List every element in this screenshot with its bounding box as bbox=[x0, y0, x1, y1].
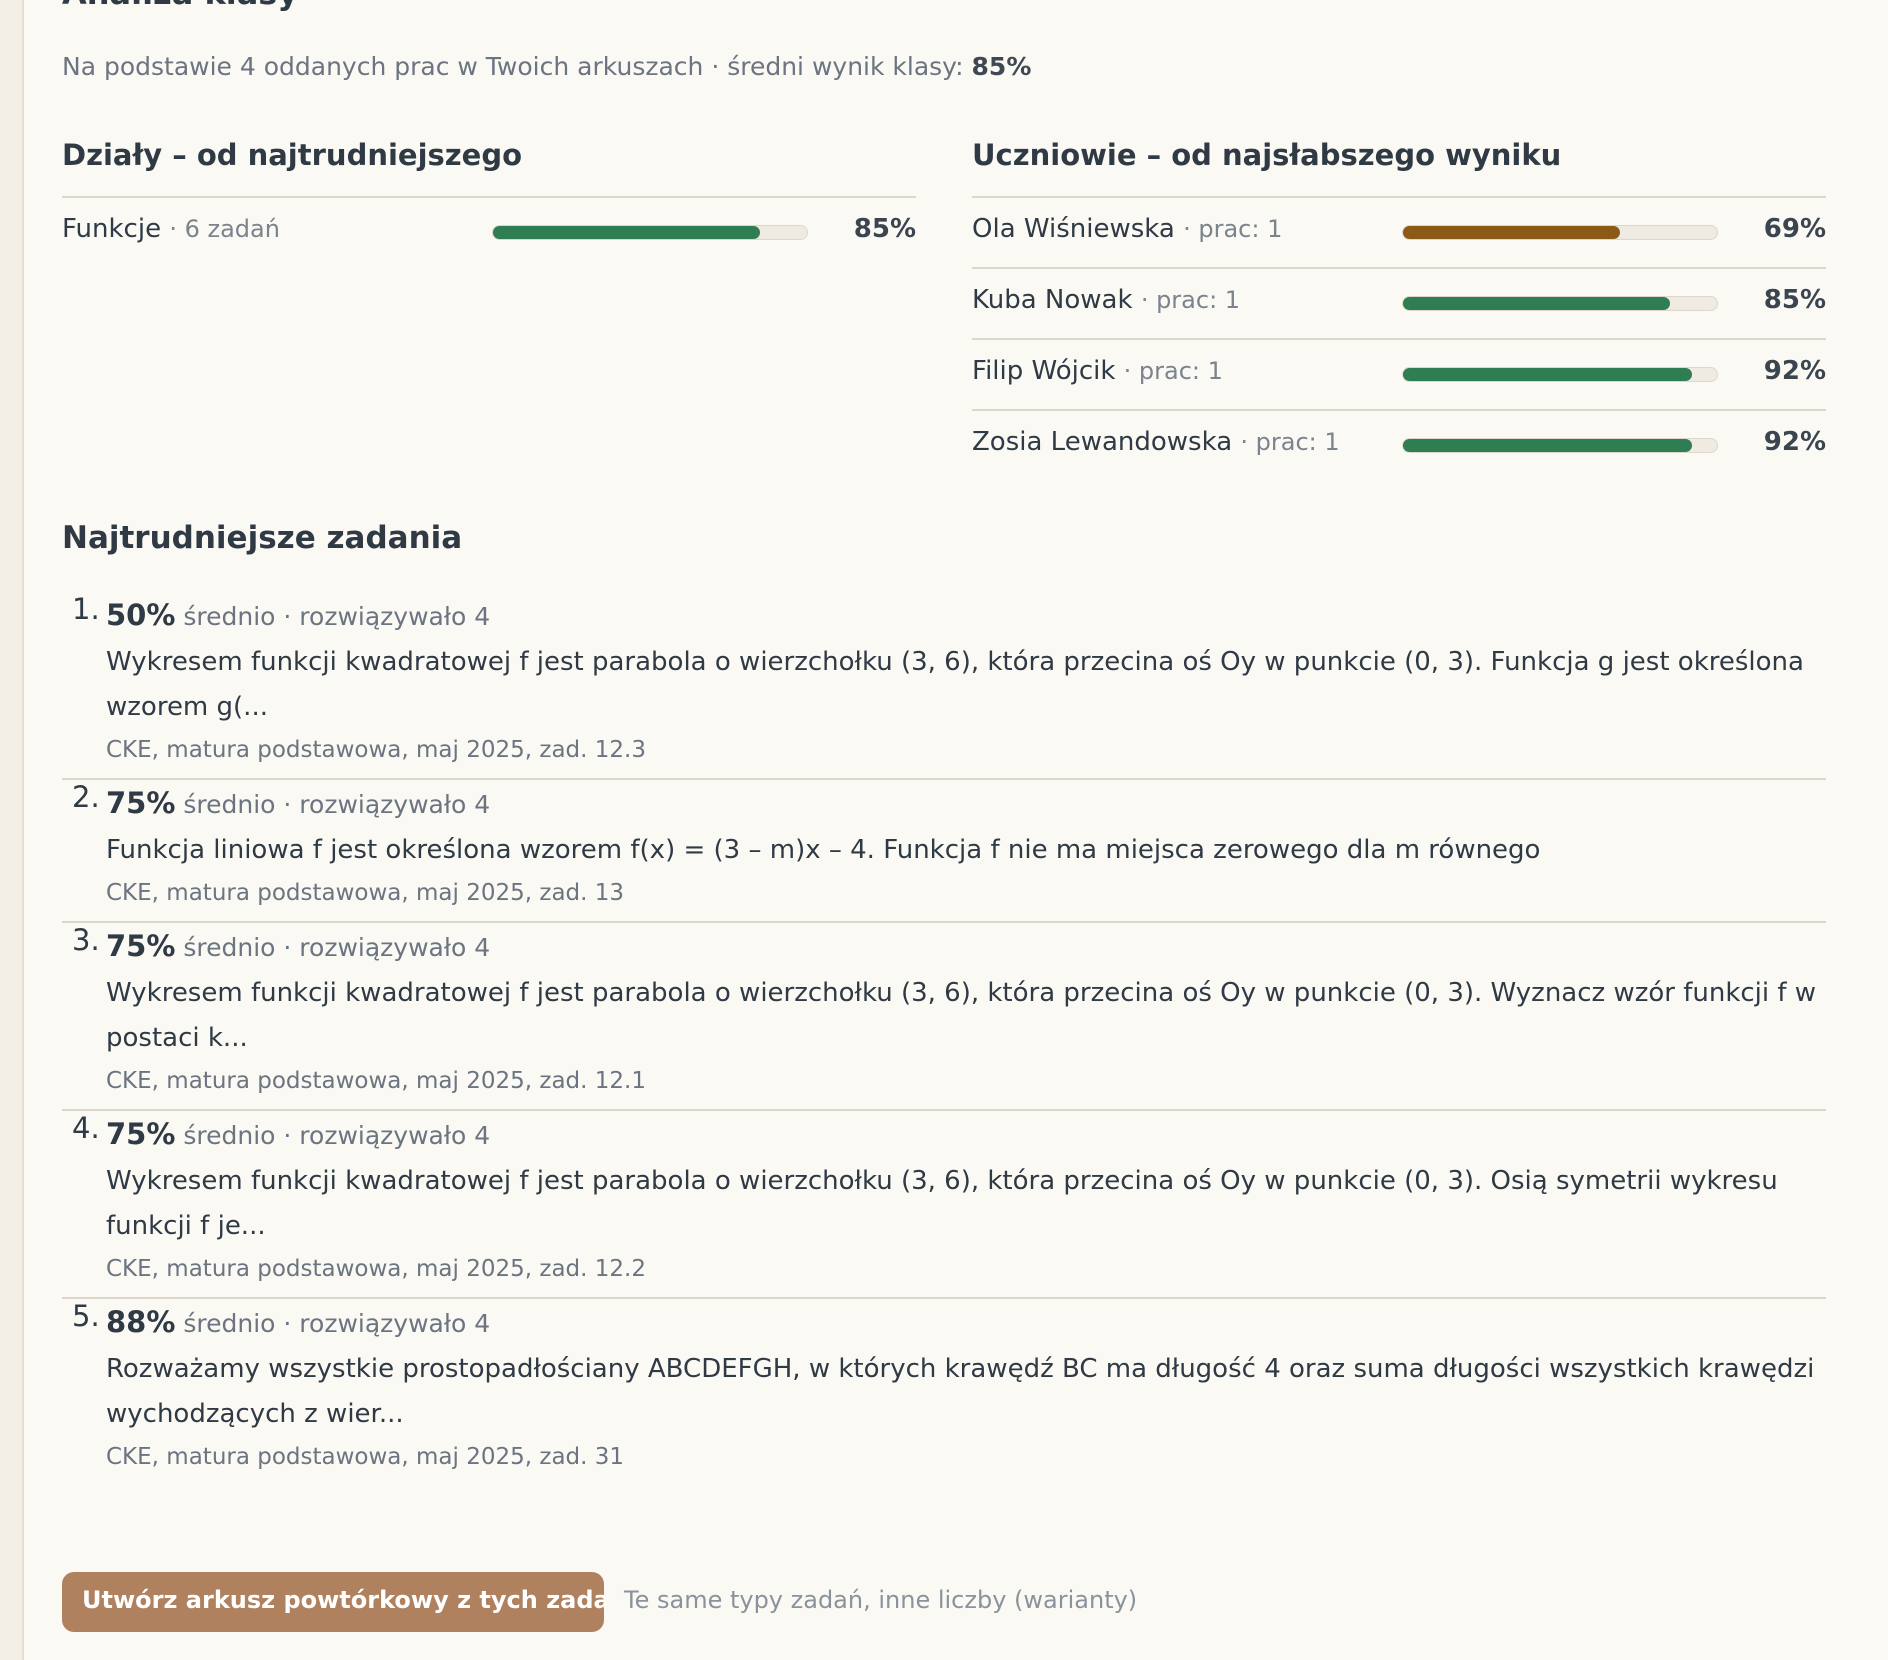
task-number: 4. bbox=[72, 1111, 100, 1145]
student-row: Ola Wiśniewska · prac: 1 69% bbox=[972, 198, 1826, 269]
student-percent: 92% bbox=[1763, 356, 1826, 386]
task-percent: 75% bbox=[106, 929, 176, 963]
task-number: 5. bbox=[72, 1299, 100, 1333]
student-name: Kuba Nowak bbox=[972, 285, 1133, 315]
progress-fill bbox=[493, 226, 760, 239]
task-number: 1. bbox=[72, 592, 100, 626]
task-meta: średnio · rozwiązywało 4 bbox=[183, 602, 491, 631]
student-name: Zosia Lewandowska bbox=[972, 427, 1233, 457]
task-source: CKE, matura podstawowa, maj 2025, zad. 1… bbox=[106, 1256, 646, 1282]
student-work-count: · prac: 1 bbox=[1123, 357, 1223, 385]
hardest-tasks-title: Najtrudniejsze zadania bbox=[62, 520, 463, 556]
student-work-count: · prac: 1 bbox=[1140, 286, 1241, 314]
department-task-count: · 6 zadań bbox=[169, 215, 280, 243]
student-work-count: · prac: 1 bbox=[1240, 428, 1340, 456]
hardest-tasks-list: 1. 50% średnio · rozwiązywało 4 Wykresem… bbox=[62, 592, 1826, 1485]
task-source: CKE, matura podstawowa, maj 2025, zad. 1… bbox=[106, 1068, 646, 1094]
student-name: Filip Wójcik bbox=[972, 356, 1116, 386]
task-number: 3. bbox=[72, 923, 100, 957]
student-progress-bar bbox=[1402, 296, 1718, 311]
task-text: Wykresem funkcji kwadratowej f jest para… bbox=[106, 1166, 1778, 1241]
student-percent: 69% bbox=[1763, 214, 1826, 244]
student-progress-bar bbox=[1402, 225, 1718, 240]
department-row: Funkcje · 6 zadań 85% bbox=[62, 198, 916, 267]
task-meta: średnio · rozwiązywało 4 bbox=[183, 1121, 491, 1150]
student-row: Kuba Nowak · prac: 1 85% bbox=[972, 269, 1826, 340]
department-progress-bar bbox=[492, 225, 808, 240]
student-progress-bar bbox=[1402, 367, 1718, 382]
student-name: Ola Wiśniewska bbox=[972, 214, 1175, 244]
task-text: Funkcja liniowa f jest określona wzorem … bbox=[106, 835, 1541, 865]
create-review-sheet-button[interactable]: Utwórz arkusz powtórkowy z tych zadań bbox=[62, 1572, 604, 1632]
task-source: CKE, matura podstawowa, maj 2025, zad. 3… bbox=[106, 1444, 625, 1470]
task-source: CKE, matura podstawowa, maj 2025, zad. 1… bbox=[106, 880, 625, 906]
task-item: 5. 88% średnio · rozwiązywało 4 Rozważam… bbox=[62, 1299, 1826, 1485]
task-meta: średnio · rozwiązywało 4 bbox=[183, 1309, 491, 1338]
department-percent: 85% bbox=[853, 214, 916, 244]
cta-note: Te same typy zadań, inne liczby (wariant… bbox=[624, 1586, 1138, 1614]
summary-text: Na podstawie 4 oddanych prac w Twoich ar… bbox=[62, 52, 1031, 81]
task-percent: 75% bbox=[106, 1117, 176, 1151]
progress-fill bbox=[1403, 439, 1692, 452]
progress-fill bbox=[1403, 297, 1670, 310]
task-percent: 88% bbox=[106, 1305, 176, 1339]
task-item: 4. 75% średnio · rozwiązywało 4 Wykresem… bbox=[62, 1111, 1826, 1299]
task-item: 3. 75% średnio · rozwiązywało 4 Wykresem… bbox=[62, 923, 1826, 1111]
task-item: 2. 75% średnio · rozwiązywało 4 Funkcja … bbox=[62, 780, 1826, 923]
summary-average: 85% bbox=[971, 52, 1032, 81]
page-title: Analiza klasy bbox=[62, 0, 298, 12]
task-meta: średnio · rozwiązywało 4 bbox=[183, 790, 491, 819]
task-text: Wykresem funkcji kwadratowej f jest para… bbox=[106, 978, 1817, 1053]
student-work-count: · prac: 1 bbox=[1183, 215, 1283, 243]
student-row: Filip Wójcik · prac: 1 92% bbox=[972, 340, 1826, 411]
departments-title: Działy – od najtrudniejszego bbox=[62, 138, 916, 198]
task-item: 1. 50% średnio · rozwiązywało 4 Wykresem… bbox=[62, 592, 1826, 780]
departments-section: Działy – od najtrudniejszego Funkcje · 6… bbox=[62, 138, 916, 267]
student-percent: 85% bbox=[1763, 285, 1826, 315]
students-section: Uczniowie – od najsłabszego wyniku Ola W… bbox=[972, 138, 1826, 480]
student-percent: 92% bbox=[1763, 427, 1826, 457]
task-percent: 75% bbox=[106, 786, 176, 820]
students-title: Uczniowie – od najsłabszego wyniku bbox=[972, 138, 1826, 198]
task-meta: średnio · rozwiązywało 4 bbox=[183, 933, 491, 962]
task-number: 2. bbox=[72, 780, 100, 814]
student-progress-bar bbox=[1402, 438, 1718, 453]
department-name: Funkcje bbox=[62, 214, 162, 244]
student-row: Zosia Lewandowska · prac: 1 92% bbox=[972, 411, 1826, 480]
progress-fill bbox=[1403, 226, 1620, 239]
progress-fill bbox=[1403, 368, 1692, 381]
summary-label: Na podstawie 4 oddanych prac w Twoich ar… bbox=[62, 52, 964, 81]
task-percent: 50% bbox=[106, 598, 176, 632]
task-source: CKE, matura podstawowa, maj 2025, zad. 1… bbox=[106, 737, 646, 763]
task-text: Wykresem funkcji kwadratowej f jest para… bbox=[106, 647, 1804, 722]
task-text: Rozważamy wszystkie prostopadłościany AB… bbox=[106, 1354, 1815, 1429]
